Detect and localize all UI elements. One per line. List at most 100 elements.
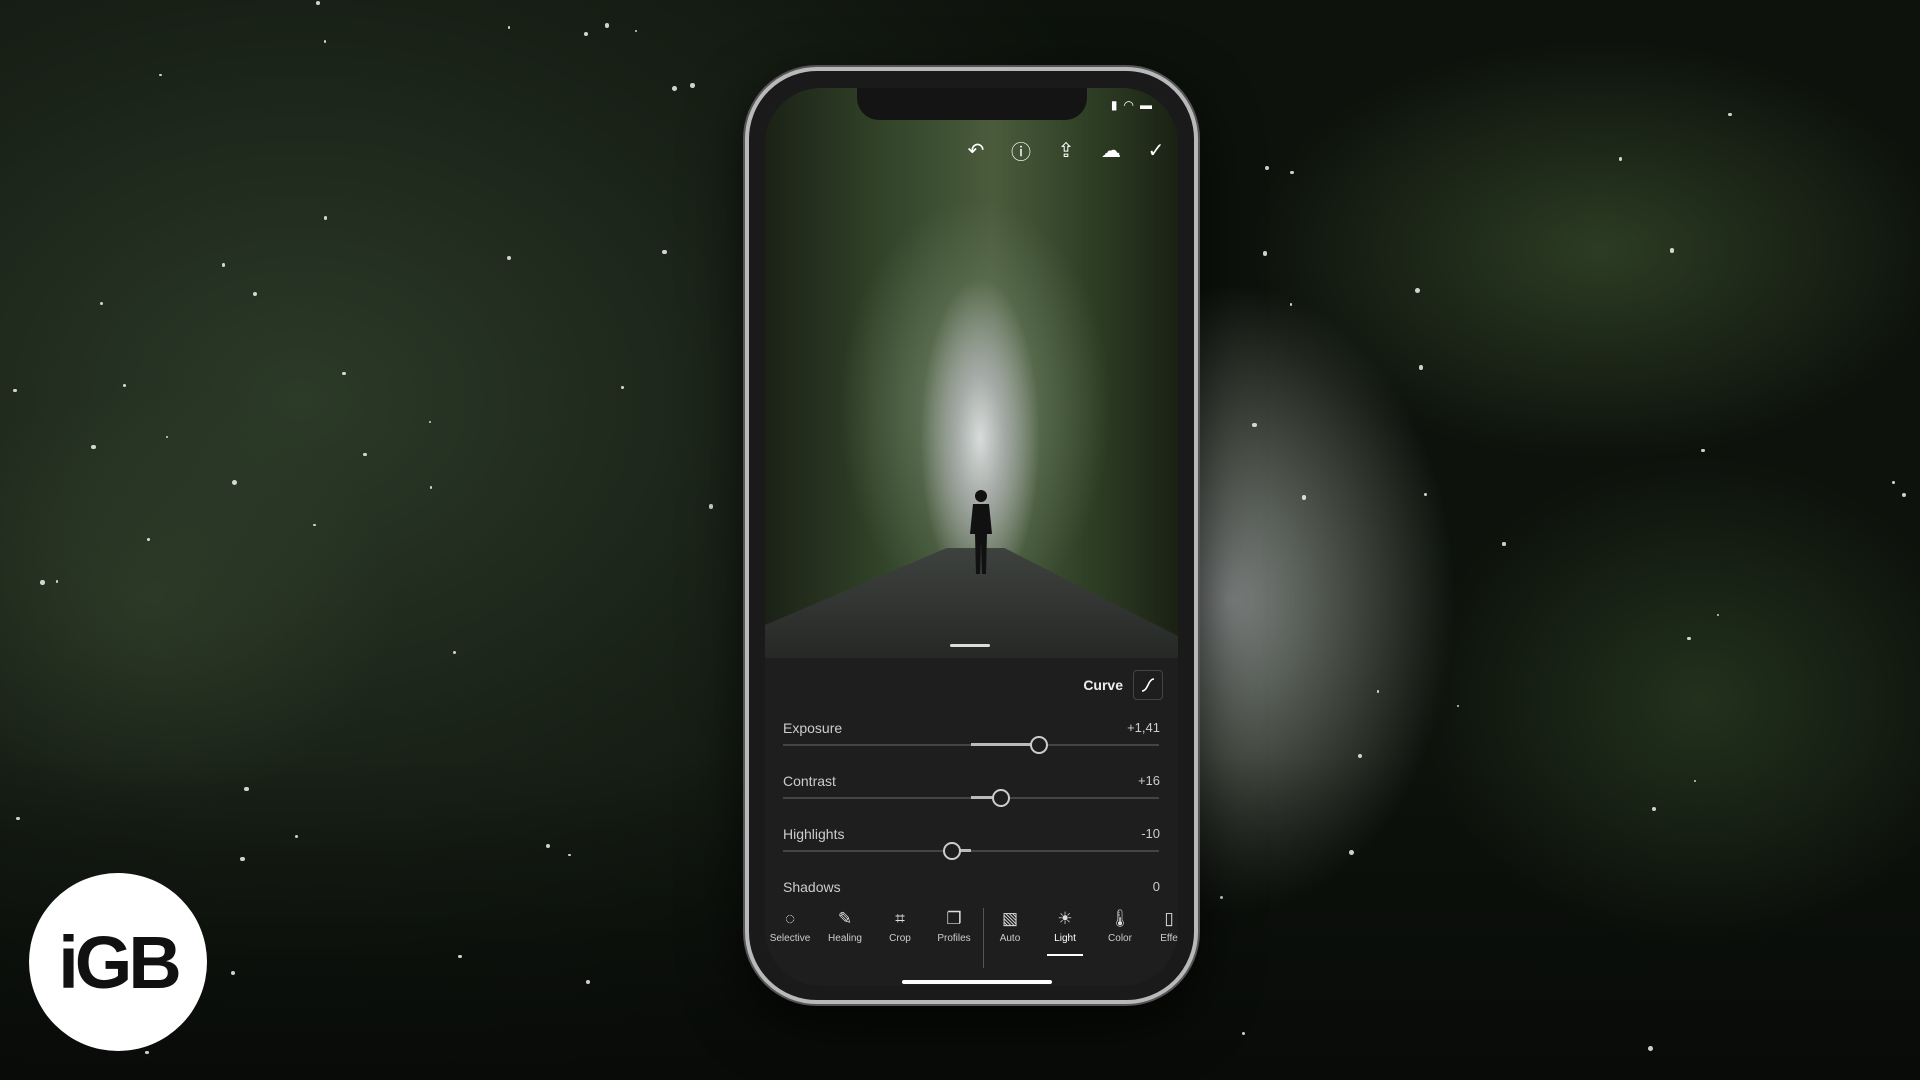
star-particle: [165, 435, 169, 438]
slider-value: +16: [1137, 773, 1160, 788]
star-particle: [55, 579, 59, 583]
curve-label: Curve: [1083, 677, 1123, 693]
wifi-icon: ◠: [1123, 98, 1134, 112]
star-particle: [294, 834, 298, 838]
star-particle: [91, 445, 96, 450]
star-particle: [506, 255, 512, 260]
tool-color[interactable]: 🌡 Color: [1093, 908, 1147, 944]
tool-label: Healing: [828, 933, 862, 944]
tool-label: Light: [1054, 933, 1076, 944]
star-particle: [323, 40, 327, 43]
tool-label: Effe: [1160, 933, 1178, 944]
star-particle: [40, 580, 45, 585]
star-particle: [244, 786, 249, 792]
effects-icon: ▯: [1164, 909, 1174, 928]
igb-logo: iGB: [29, 873, 207, 1051]
star-particle: [1262, 251, 1267, 256]
slider-fill: [971, 743, 1039, 746]
tool-label: Color: [1108, 933, 1132, 944]
slider-value: +1,41: [1127, 720, 1160, 735]
star-particle: [1219, 895, 1223, 900]
tool-healing[interactable]: ✎ Healing: [818, 908, 872, 944]
star-particle: [1648, 1045, 1653, 1051]
tool-label: Crop: [889, 933, 911, 944]
signal-icon: ▮: [1110, 98, 1118, 112]
phone-screen: ▮ ◠ ▬ ↶ ⓘ ⇪ ☁ ✓ Curve Exposure +1,41 Contr…: [765, 88, 1178, 986]
star-particle: [1357, 753, 1362, 758]
share-icon[interactable]: ⇪: [1054, 138, 1078, 162]
star-particle: [634, 29, 637, 32]
curve-icon: [1141, 678, 1155, 692]
tool-effe[interactable]: ▯ Effe: [1142, 908, 1178, 944]
panel-drag-handle[interactable]: [950, 644, 990, 647]
tool-selective[interactable]: ◌ Selective: [765, 908, 817, 944]
star-particle: [16, 816, 20, 821]
star-particle: [147, 538, 150, 542]
tool-light[interactable]: ☀ Light: [1038, 908, 1092, 956]
curve-button[interactable]: [1133, 670, 1163, 700]
status-bar: ▮ ◠ ▬: [1111, 98, 1152, 112]
star-particle: [1252, 422, 1257, 427]
star-particle: [316, 0, 320, 5]
sun-icon: ☀: [1057, 909, 1073, 928]
star-particle: [507, 26, 511, 29]
slider-label: Contrast: [783, 773, 836, 789]
slider-thumb[interactable]: [943, 842, 962, 860]
slider-track[interactable]: [783, 850, 1159, 852]
star-particle: [583, 31, 588, 36]
star-particle: [546, 843, 551, 848]
star-particle: [1242, 1031, 1245, 1035]
help-icon[interactable]: ⓘ: [1009, 138, 1033, 164]
slider-value: -10: [1141, 826, 1160, 841]
star-particle: [568, 853, 571, 857]
logo-text: iGB: [58, 920, 182, 1004]
star-particle: [1502, 542, 1506, 546]
star-particle: [690, 83, 695, 88]
star-particle: [458, 954, 462, 959]
thermometer-icon: 🌡: [1109, 909, 1131, 928]
slider-label: Exposure: [783, 720, 843, 736]
slider-label: Shadows: [783, 879, 841, 895]
checkmark-icon[interactable]: ✓: [1144, 138, 1168, 162]
slider-value: 0: [1152, 879, 1160, 894]
person-silhouette: [970, 490, 992, 574]
star-particle: [672, 86, 677, 91]
tool-auto[interactable]: ▧ Auto: [983, 908, 1037, 944]
undo-icon[interactable]: ↶: [964, 138, 988, 162]
photo-preview: [765, 88, 1178, 658]
slider-thumb[interactable]: [1029, 736, 1048, 754]
curve-control[interactable]: Curve: [1083, 670, 1163, 700]
profiles-icon: ❐: [946, 909, 962, 928]
tool-label: Selective: [769, 933, 811, 944]
star-particle: [1701, 448, 1705, 453]
home-indicator: [902, 980, 1052, 984]
crop-icon: ⌗: [895, 909, 905, 928]
selective-icon: ◌: [784, 909, 796, 928]
cloud-add-icon[interactable]: ☁: [1099, 138, 1123, 162]
slider-label: Highlights: [783, 826, 845, 842]
tool-label: Profiles: [937, 933, 971, 944]
slider-thumb[interactable]: [992, 789, 1011, 807]
star-particle: [1290, 170, 1294, 175]
healing-icon: ✎: [837, 909, 853, 928]
editor-header: ↶ ⓘ ⇪ ☁ ✓: [964, 138, 1168, 164]
star-particle: [144, 1050, 149, 1055]
phone-mockup: ▮ ◠ ▬ ↶ ⓘ ⇪ ☁ ✓ Curve Exposure +1,41 Contr…: [745, 67, 1198, 1004]
star-particle: [123, 384, 126, 387]
star-particle: [342, 371, 346, 375]
star-particle: [621, 386, 625, 389]
star-particle: [1651, 807, 1656, 812]
star-particle: [231, 479, 237, 485]
star-particle: [429, 486, 433, 489]
star-particle: [1669, 248, 1675, 253]
star-particle: [1418, 364, 1424, 370]
tool-label: Auto: [999, 933, 1021, 944]
battery-icon: ▬: [1140, 98, 1152, 112]
tool-bar: ◌ Selective ✎ Healing ⌗ Crop ❐ Profiles ▧ Auto ☀ Li…: [765, 908, 1178, 968]
star-particle: [221, 263, 226, 267]
auto-icon: ▧: [1001, 909, 1019, 928]
notch: [857, 88, 1087, 120]
star-particle: [1687, 636, 1691, 640]
tool-profiles[interactable]: ❐ Profiles: [927, 908, 981, 944]
tool-crop[interactable]: ⌗ Crop: [873, 908, 927, 944]
